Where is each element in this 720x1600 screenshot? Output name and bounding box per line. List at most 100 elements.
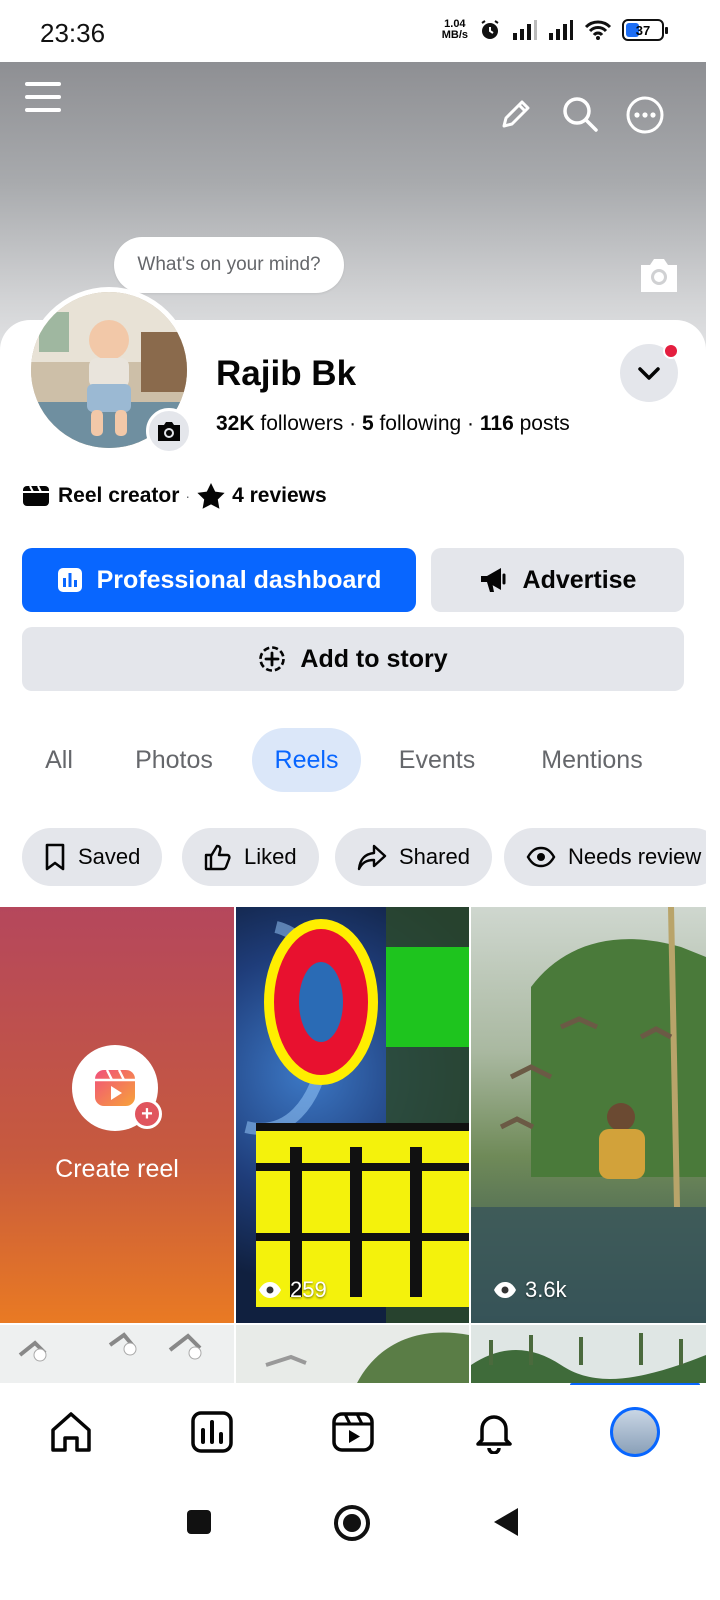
dashboard-label: Professional dashboard <box>96 565 382 594</box>
nav-notifications[interactable] <box>469 1407 519 1457</box>
reel-filter-chips: Saved Liked Shared Needs review <box>0 828 706 886</box>
nav-home[interactable] <box>46 1407 96 1457</box>
whats-on-your-mind-bubble[interactable]: What's on your mind? <box>114 237 344 293</box>
profile-tabs: All Photos Reels Events Mentions <box>0 728 706 792</box>
view-count: 3.6k <box>493 1277 567 1303</box>
reel-thumbnail[interactable]: 3.6k <box>471 907 706 1323</box>
notification-dot <box>663 343 679 359</box>
home-icon <box>51 1412 91 1452</box>
eye-icon <box>526 846 556 868</box>
chip-liked[interactable]: Liked <box>182 828 319 886</box>
thumbs-up-icon <box>204 844 231 871</box>
reel-thumbnail[interactable] <box>236 1325 469 1383</box>
reels-icon <box>332 1412 374 1452</box>
reels-icon <box>95 1069 135 1106</box>
chip-shared[interactable]: Shared <box>335 828 492 886</box>
add-story-icon <box>259 646 286 672</box>
alarm-icon <box>481 20 499 39</box>
reel-thumbnail-art <box>471 1333 706 1383</box>
profile-badges: Reel creator · 4 reviews <box>22 482 327 510</box>
badge-separator: · <box>185 488 191 504</box>
signal-icon <box>549 20 573 40</box>
posts-label: posts <box>519 412 570 435</box>
view-count-value: 259 <box>290 1277 327 1302</box>
profile-switch-dropdown[interactable] <box>620 343 679 402</box>
following-count[interactable]: 5 <box>362 412 374 435</box>
home-button-icon[interactable] <box>332 1503 372 1543</box>
chip-liked-label: Liked <box>244 844 297 869</box>
view-count-value: 3.6k <box>525 1277 567 1302</box>
reel-creator-badge[interactable]: Reel creator <box>58 484 179 508</box>
chip-needs-review-label: Needs review <box>568 844 702 869</box>
status-icons: 1.04 MB/s 37 <box>442 18 668 42</box>
nav-dashboard[interactable] <box>187 1407 237 1457</box>
chip-needs-review[interactable]: Needs review <box>504 828 706 886</box>
tab-all[interactable]: All <box>22 728 96 792</box>
pencil-icon[interactable] <box>496 94 536 134</box>
status-time: 23:36 <box>40 18 106 48</box>
reel-thumbnail-art <box>18 1332 202 1362</box>
chip-saved[interactable]: Saved <box>22 828 163 886</box>
battery-level: 37 <box>635 22 651 38</box>
advertise-label: Advertise <box>522 565 637 594</box>
following-label[interactable]: following <box>379 412 461 435</box>
reel-icon <box>23 485 49 506</box>
reel-thumbnail[interactable]: 259 <box>236 907 469 1323</box>
chip-saved-label: Saved <box>78 844 141 869</box>
status-bar: 23:36 1.04 MB/s 37 <box>0 0 720 62</box>
view-count: 259 <box>258 1277 327 1303</box>
nav-reels[interactable] <box>328 1407 378 1457</box>
star-icon <box>197 483 225 509</box>
nav-profile-avatar[interactable] <box>610 1407 660 1457</box>
reels-grid: + Create reel 259 3.6k <box>0 907 706 1383</box>
tab-photos[interactable]: Photos <box>114 728 234 792</box>
eye-icon <box>494 1282 516 1298</box>
create-reel-tile[interactable]: + Create reel <box>0 907 234 1323</box>
reel-thumbnail-art <box>244 907 469 1323</box>
stats-separator: · <box>349 412 357 435</box>
tab-events[interactable]: Events <box>380 728 494 792</box>
stats-separator: · <box>467 412 475 435</box>
system-navigation-bar <box>0 1481 720 1600</box>
reel-thumbnail-art <box>471 907 706 1323</box>
bookmark-icon <box>45 843 65 871</box>
dashboard-icon <box>57 568 82 592</box>
profile-stats: 32K followers · 5 following · 116 posts <box>216 412 570 436</box>
reel-thumbnail[interactable] <box>471 1325 706 1383</box>
add-story-label: Add to story <box>300 644 448 673</box>
plus-icon: + <box>132 1099 162 1129</box>
professional-dashboard-button[interactable]: Professional dashboard <box>22 548 416 612</box>
add-to-story-button[interactable]: Add to story <box>22 627 684 691</box>
advertise-button[interactable]: Advertise <box>431 548 684 612</box>
network-speed: 1.04 MB/s <box>442 19 468 41</box>
followers-count[interactable]: 32K <box>216 412 255 435</box>
reel-thumbnail-art <box>265 1332 469 1383</box>
bell-icon <box>476 1415 512 1454</box>
chip-shared-label: Shared <box>399 844 470 869</box>
signal-icon <box>513 20 537 40</box>
camera-icon[interactable] <box>636 256 682 294</box>
tab-mentions[interactable]: Mentions <box>514 728 670 792</box>
hamburger-menu-icon[interactable] <box>22 76 64 118</box>
create-reel-label: Create reel <box>55 1155 179 1183</box>
tab-reels[interactable]: Reels <box>252 728 361 792</box>
wifi-icon <box>584 20 612 40</box>
search-icon[interactable] <box>560 94 600 134</box>
more-icon[interactable] <box>624 94 666 136</box>
avatar-camera-icon[interactable] <box>146 408 192 454</box>
followers-label[interactable]: followers <box>260 412 343 435</box>
recent-apps-icon[interactable] <box>184 1507 214 1537</box>
battery-icon: 37 <box>622 19 668 41</box>
eye-icon <box>259 1282 281 1298</box>
megaphone-icon <box>480 568 506 592</box>
bottom-navigation <box>0 1385 706 1481</box>
dashboard-icon <box>191 1411 233 1453</box>
reviews-badge[interactable]: 4 reviews <box>232 484 327 508</box>
posts-count: 116 <box>479 412 514 435</box>
reel-thumbnail[interactable] <box>0 1325 234 1383</box>
back-icon[interactable] <box>490 1505 522 1539</box>
net-speed-unit: MB/s <box>441 29 468 41</box>
right-gutter <box>706 62 720 1482</box>
profile-name: Rajib Bk <box>216 354 357 393</box>
chevron-down-icon <box>638 367 660 380</box>
